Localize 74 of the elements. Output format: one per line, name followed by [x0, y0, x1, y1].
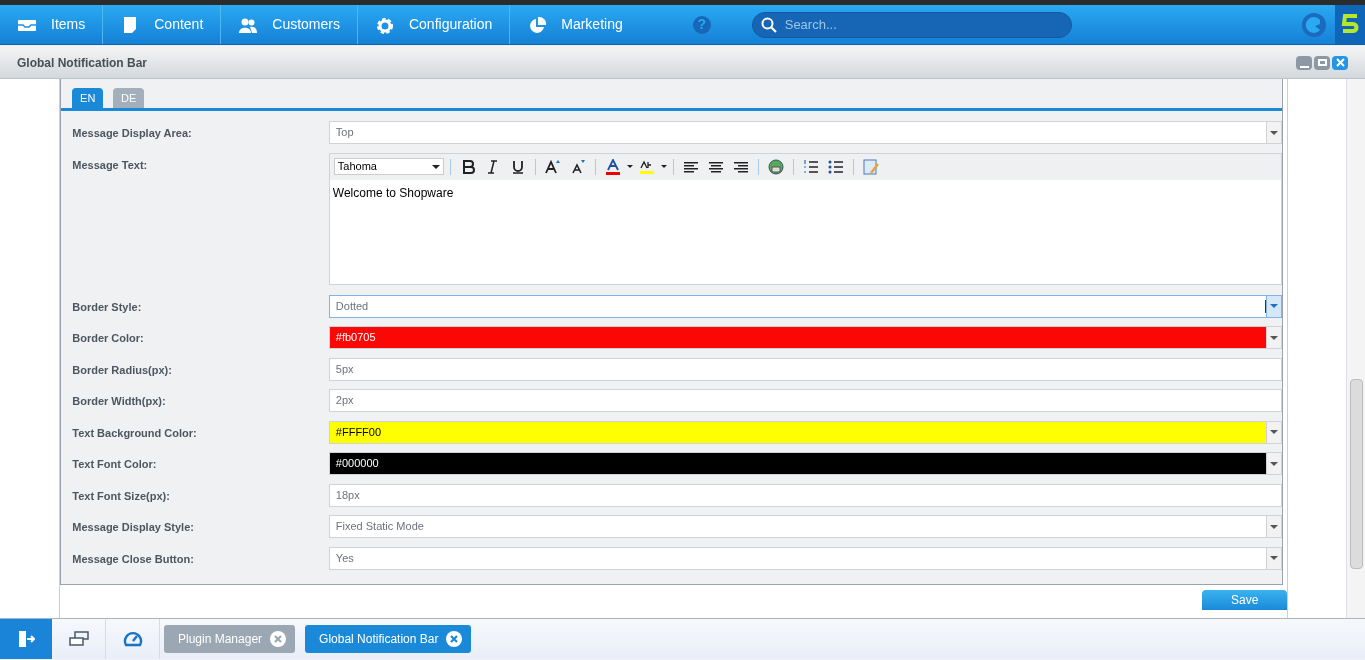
- minimize-button[interactable]: [1296, 55, 1312, 70]
- dropdown-field[interactable]: Dotted: [328, 294, 1283, 318]
- field-label: Border Color:: [72, 331, 145, 346]
- restore-button[interactable]: [1314, 55, 1330, 70]
- nav-menu-item[interactable]: Customers: [220, 5, 357, 44]
- dropdown-trigger[interactable]: [1266, 453, 1282, 474]
- field-label: Message Display Area:: [72, 126, 193, 141]
- help-button[interactable]: ?: [691, 14, 712, 35]
- text-field[interactable]: 5px: [328, 357, 1283, 381]
- scrollbar[interactable]: [1345, 79, 1365, 618]
- taskbar-tab[interactable]: Global Notification Bar: [305, 625, 472, 653]
- caret-icon: [1270, 461, 1279, 466]
- close-icon[interactable]: [446, 631, 463, 647]
- dropdown-trigger[interactable]: [1266, 516, 1282, 537]
- field-label: Border Radius(px):: [72, 362, 173, 378]
- color-field[interactable]: #fb0705: [328, 326, 1283, 349]
- caret-icon: [431, 164, 440, 169]
- bullet-list-icon[interactable]: [827, 158, 844, 175]
- dropdown-trigger[interactable]: [1266, 295, 1282, 317]
- dropdown-trigger[interactable]: [1266, 122, 1282, 143]
- search-field[interactable]: Search...: [751, 11, 1072, 38]
- language-tab[interactable]: EN: [72, 88, 104, 108]
- font-dropdown[interactable]: Tahoma: [333, 158, 444, 175]
- caret-icon: [1270, 304, 1279, 308]
- pie-chart-icon: [527, 15, 548, 34]
- rich-text-editor[interactable]: Tahoma Welcome to Shopware: [328, 152, 1283, 285]
- field-label: Message Text:: [72, 157, 149, 173]
- color-field[interactable]: #000000: [328, 452, 1283, 475]
- text-field[interactable]: 2px: [328, 389, 1283, 412]
- nav-menu-item[interactable]: Marketing: [509, 5, 640, 44]
- font-grow-icon[interactable]: [544, 158, 561, 175]
- window-title: Global Notification Bar: [17, 54, 147, 72]
- field-label: Text Font Size(px):: [72, 488, 171, 504]
- nav-menu-item[interactable]: Items: [0, 5, 103, 44]
- font-shrink-icon[interactable]: [569, 158, 586, 175]
- dashboard-icon[interactable]: [122, 630, 143, 648]
- caret-icon: [1270, 524, 1279, 529]
- link-icon[interactable]: [767, 158, 784, 175]
- caret-icon: [1270, 130, 1279, 135]
- logo-icon: [1301, 11, 1327, 38]
- field-label: Message Display Style:: [72, 520, 195, 535]
- caret-icon[interactable]: [626, 165, 633, 168]
- caret-icon[interactable]: [660, 165, 667, 168]
- five-logo-icon: [1341, 13, 1359, 36]
- gear-icon: [374, 15, 395, 34]
- field-label: Border Width(px):: [72, 394, 167, 409]
- taskbar-tab[interactable]: Plugin Manager: [164, 625, 296, 653]
- field-label: Border Style:: [72, 299, 143, 315]
- text-field[interactable]: 18px: [328, 483, 1283, 507]
- caret-icon: [1270, 430, 1279, 434]
- save-button[interactable]: Save: [1202, 590, 1288, 610]
- dropdown-trigger[interactable]: [1266, 421, 1282, 443]
- field-label: Text Font Color:: [72, 457, 158, 472]
- dropdown-trigger[interactable]: [1266, 327, 1282, 348]
- editor-text: Welcome to Shopware: [331, 184, 455, 202]
- caret-icon: [1270, 335, 1279, 340]
- logout-icon: [17, 630, 35, 648]
- numbered-list-icon[interactable]: [802, 158, 819, 175]
- language-tab[interactable]: DE: [113, 88, 145, 108]
- font-color-icon[interactable]: [604, 158, 621, 175]
- dropdown-field[interactable]: Yes: [328, 546, 1283, 570]
- color-field[interactable]: #FFFF00: [328, 420, 1283, 444]
- dropdown-field[interactable]: Fixed Static Mode: [328, 515, 1283, 538]
- dropdown-trigger[interactable]: [1266, 547, 1282, 569]
- nav-menu-item[interactable]: Configuration: [356, 5, 510, 44]
- dropdown-field[interactable]: Top: [328, 121, 1283, 144]
- nav-menu-item[interactable]: Content: [102, 5, 221, 44]
- caret-icon: [1270, 556, 1279, 560]
- search-icon: [760, 16, 777, 33]
- windows-icon[interactable]: [67, 631, 90, 647]
- logout-button[interactable]: [0, 619, 52, 659]
- close-button[interactable]: [1332, 55, 1348, 70]
- field-label: Message Close Button:: [72, 551, 195, 567]
- field-label: Text Background Color:: [72, 425, 198, 441]
